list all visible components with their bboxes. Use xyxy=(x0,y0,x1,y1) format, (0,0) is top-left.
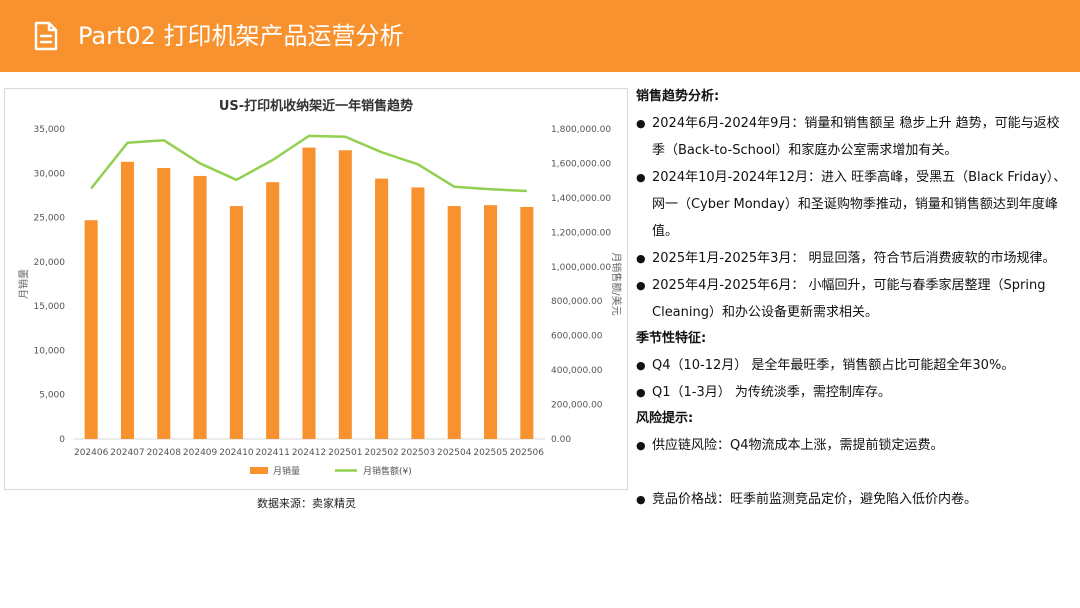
y2-tick-label: 400,000.00 xyxy=(551,366,603,376)
trend-item: 2024年10月-2024年12月：进入 旺季高峰，受黑五（Black Frid… xyxy=(636,164,1068,245)
y2-tick-label: 1,600,000.00 xyxy=(551,159,611,169)
y2-tick-label: 800,000.00 xyxy=(551,297,603,307)
y-tick-label: 0 xyxy=(59,435,65,445)
x-tick-label: 202406 xyxy=(74,448,109,458)
x-tick-label: 202407 xyxy=(110,448,144,458)
y-tick-label: 20,000 xyxy=(34,258,66,268)
bar xyxy=(302,147,316,439)
y-tick-label: 25,000 xyxy=(34,214,66,224)
y2-tick-label: 1,200,000.00 xyxy=(551,228,611,238)
sales-trend-chart: US-打印机收纳架近一年销售趋势 35,000 30,000 25,000 20,000… xyxy=(17,98,623,477)
x-tick-label: 202412 xyxy=(292,448,326,458)
y-axis-label: 月销量 xyxy=(17,269,30,299)
x-tick-label: 202410 xyxy=(219,448,254,458)
chart-panel: US-打印机收纳架近一年销售趋势 35,000 30,000 25,000 20,000… xyxy=(4,88,628,490)
y2-tick-label: 200,000.00 xyxy=(551,401,603,411)
y-tick-label: 15,000 xyxy=(34,302,66,312)
bar xyxy=(266,182,280,439)
y-tick-label: 35,000 xyxy=(34,125,66,135)
analysis-panel: 销售趋势分析: 2024年6月-2024年9月：销量和销售额呈 稳步上升 趋势，… xyxy=(636,84,1068,513)
bar xyxy=(193,175,207,439)
trend-heading: 销售趋势分析: xyxy=(636,89,720,104)
data-source-note: 数据来源：卖家精灵 xyxy=(257,497,356,510)
bar xyxy=(229,206,243,439)
bar xyxy=(338,150,352,439)
risk-item: 供应链风险：Q4物流成本上涨，需提前锁定运费。 xyxy=(636,432,1068,459)
bar xyxy=(120,161,134,439)
bar xyxy=(484,205,498,439)
bar xyxy=(447,206,461,439)
legend-label: 月销量 xyxy=(273,465,300,477)
document-icon xyxy=(34,21,58,51)
page-title: Part02 打印机架产品运营分析 xyxy=(78,22,404,50)
x-tick-label: 202411 xyxy=(256,448,290,458)
trend-item: 2025年4月-2025年6月： 小幅回升，可能与春季家居整理（Spring C… xyxy=(636,272,1068,326)
bar xyxy=(520,206,534,439)
legend-swatch-bar xyxy=(250,467,268,474)
y-tick-label: 30,000 xyxy=(34,169,66,179)
bar xyxy=(84,220,98,439)
x-tick-label: 202503 xyxy=(401,448,435,458)
x-tick-label: 202504 xyxy=(437,448,472,458)
x-tick-label: 202501 xyxy=(328,448,362,458)
y2-tick-label: 1,400,000.00 xyxy=(551,194,611,204)
chart-title: US-打印机收纳架近一年销售趋势 xyxy=(219,98,413,114)
x-tick-label: 202506 xyxy=(510,448,545,458)
y2-tick-label: 1,800,000.00 xyxy=(551,125,611,135)
y2-axis-label: 月销售额/美元 xyxy=(610,252,623,315)
bar xyxy=(157,167,171,439)
y-tick-label: 10,000 xyxy=(34,346,66,356)
season-item: Q4（10-12月） 是全年最旺季，销售额占比可能超全年30%。 xyxy=(636,352,1068,379)
x-tick-label: 202505 xyxy=(473,448,507,458)
risk-heading: 风险提示: xyxy=(636,411,694,426)
x-tick-label: 202408 xyxy=(147,448,182,458)
bar xyxy=(375,178,389,439)
legend-label: 月销售额(¥) xyxy=(363,465,412,477)
trend-item: 2025年1月-2025年3月： 明显回落，符合节后消费疲软的市场规律。 xyxy=(636,245,1068,272)
header-bar: Part02 打印机架产品运营分析 xyxy=(0,0,1080,72)
season-heading: 季节性特征: xyxy=(636,331,707,346)
risk-item: 竞品价格战：旺季前监测竞品定价，避免陷入低价内卷。 xyxy=(636,486,1068,513)
y2-tick-label: 0.00 xyxy=(551,435,571,445)
x-tick-label: 202502 xyxy=(364,448,398,458)
x-tick-label: 202409 xyxy=(183,448,218,458)
y2-tick-label: 1,000,000.00 xyxy=(551,263,611,273)
y-tick-label: 5,000 xyxy=(39,391,65,401)
bar xyxy=(411,187,425,439)
trend-item: 2024年6月-2024年9月：销量和销售额呈 稳步上升 趋势，可能与返校季（B… xyxy=(636,110,1068,164)
season-item: Q1（1-3月） 为传统淡季，需控制库存。 xyxy=(636,379,1068,406)
y2-tick-label: 600,000.00 xyxy=(551,332,603,342)
